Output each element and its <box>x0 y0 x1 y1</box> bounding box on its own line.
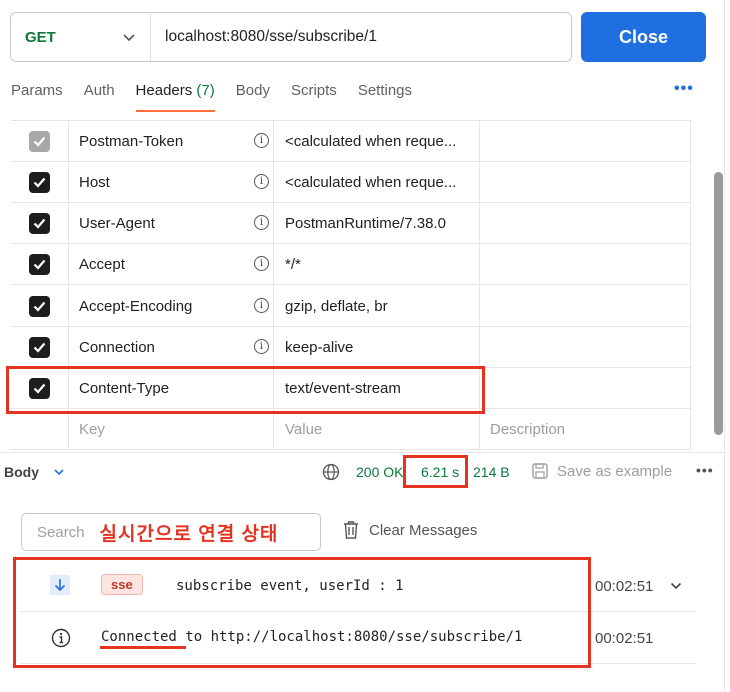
header-key[interactable]: Postman-Token <box>69 121 274 161</box>
tab-scripts[interactable]: Scripts <box>291 82 337 110</box>
tab-auth[interactable]: Auth <box>84 82 115 110</box>
method-select[interactable]: GET <box>11 13 151 61</box>
message-time: 00:02:51 <box>595 578 654 595</box>
annotation-label: 실시간으로 연결 상태 <box>99 523 279 545</box>
request-tabs: Params Auth Headers (7) Body Scripts Set… <box>11 82 433 112</box>
header-value[interactable]: <calculated when reque... <box>274 162 480 202</box>
header-description[interactable] <box>480 162 691 202</box>
message-search-input[interactable]: Search 실시간으로 연결 상태 <box>21 513 321 551</box>
annotation-box-messages <box>13 557 591 668</box>
header-value[interactable]: <calculated when reque... <box>274 121 480 161</box>
method-label: GET <box>25 28 56 46</box>
request-bar: GET localhost:8080/sse/subscribe/1 <box>10 12 572 62</box>
info-icon[interactable]: i <box>254 339 269 354</box>
header-value[interactable]: gzip, deflate, br <box>274 286 480 326</box>
key-placeholder[interactable]: Key <box>69 409 274 449</box>
chevron-down-icon[interactable] <box>670 581 682 591</box>
scrollbar-thumb[interactable] <box>714 172 723 435</box>
table-row: Host i <calculated when reque... <box>11 162 691 203</box>
header-description[interactable] <box>480 121 691 161</box>
response-bar: Body 200 OK 6.21 s 214 B Save as example… <box>0 452 724 490</box>
search-placeholder: Search <box>37 523 85 541</box>
url-input[interactable]: localhost:8080/sse/subscribe/1 <box>151 28 377 46</box>
ellipsis-icon[interactable]: ••• <box>696 462 714 478</box>
message-time: 00:02:51 <box>595 630 654 647</box>
header-key[interactable]: Accept <box>69 244 274 284</box>
table-row: User-Agent i PostmanRuntime/7.38.0 <box>11 203 691 244</box>
panel-divider <box>724 0 725 692</box>
headers-count: (7) <box>196 82 215 99</box>
value-placeholder[interactable]: Value <box>274 409 480 449</box>
header-description[interactable] <box>480 244 691 284</box>
tab-body[interactable]: Body <box>236 82 270 110</box>
checkbox[interactable] <box>29 130 50 152</box>
header-key[interactable]: User-Agent <box>69 203 274 243</box>
annotation-box-content-type <box>6 366 485 414</box>
close-button[interactable]: Close <box>581 12 706 62</box>
description-placeholder[interactable]: Description <box>480 409 691 449</box>
clear-messages-button[interactable]: Clear Messages <box>369 522 477 539</box>
header-description[interactable] <box>480 203 691 243</box>
checkbox[interactable] <box>29 336 50 358</box>
table-row: Accept-Encoding i gzip, deflate, br <box>11 286 691 327</box>
header-description[interactable] <box>480 327 691 367</box>
chevron-down-icon[interactable] <box>53 466 65 478</box>
save-as-example-button[interactable]: Save as example <box>557 463 672 480</box>
info-icon[interactable]: i <box>254 215 269 230</box>
checkbox[interactable] <box>29 171 50 193</box>
info-icon[interactable]: i <box>254 133 269 148</box>
checkbox[interactable] <box>29 212 50 234</box>
tab-settings[interactable]: Settings <box>358 82 412 110</box>
save-icon <box>532 463 548 479</box>
checkbox[interactable] <box>29 295 50 317</box>
info-icon[interactable]: i <box>254 174 269 189</box>
globe-icon[interactable] <box>322 463 340 481</box>
tab-headers[interactable]: Headers (7) <box>135 82 215 112</box>
header-description[interactable] <box>480 368 691 408</box>
annotation-box-time <box>403 455 468 488</box>
header-value[interactable]: keep-alive <box>274 327 480 367</box>
response-size[interactable]: 214 B <box>473 464 510 480</box>
chevron-down-icon <box>123 34 135 42</box>
header-key[interactable]: Accept-Encoding <box>69 286 274 326</box>
header-key[interactable]: Connection <box>69 327 274 367</box>
header-value[interactable]: PostmanRuntime/7.38.0 <box>274 203 480 243</box>
status-code[interactable]: 200 OK <box>356 464 403 480</box>
tab-params[interactable]: Params <box>11 82 63 110</box>
table-row: Postman-Token i <calculated when reque..… <box>11 121 691 162</box>
info-icon[interactable]: i <box>254 256 269 271</box>
table-row-new: Key Value Description <box>11 409 691 450</box>
annotation-underline-connected <box>100 646 186 649</box>
table-row: Connection i keep-alive <box>11 327 691 368</box>
trash-icon[interactable] <box>343 520 359 540</box>
response-body-label[interactable]: Body <box>4 464 39 480</box>
header-value[interactable]: */* <box>274 244 480 284</box>
table-row: Accept i */* <box>11 244 691 285</box>
checkbox[interactable] <box>29 253 50 275</box>
header-description[interactable] <box>480 286 691 326</box>
header-key[interactable]: Host <box>69 162 274 202</box>
ellipsis-icon[interactable]: ••• <box>674 80 694 98</box>
info-icon[interactable]: i <box>254 298 269 313</box>
